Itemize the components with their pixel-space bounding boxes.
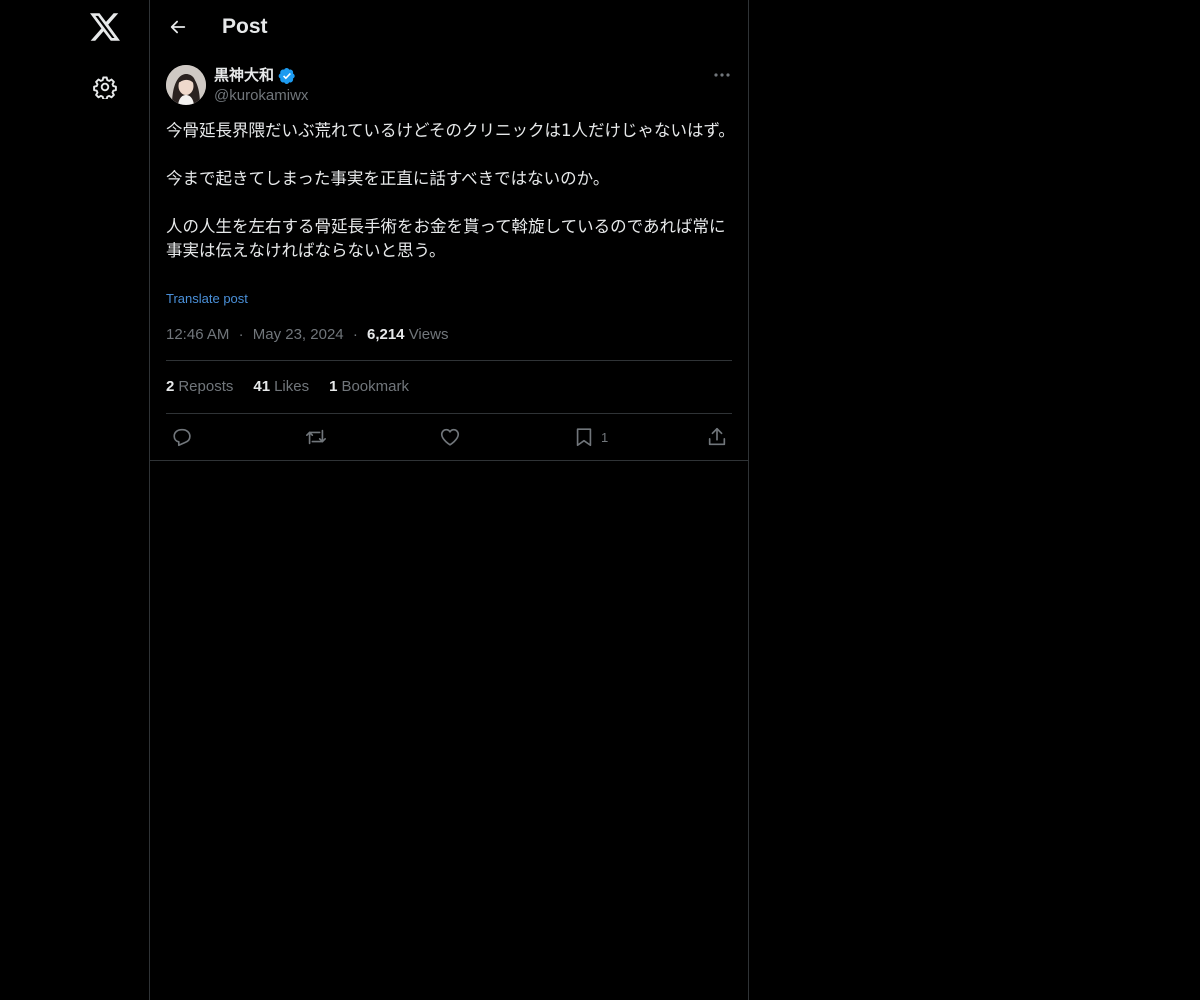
post-text: 今骨延長界隈だいぶ荒れているけどそのクリニックは1人だけじゃないはず。 今まで起… [166,119,736,263]
reply-icon [173,428,191,447]
likes-count: 41 [253,378,271,395]
post-stats: 2 Reposts 41 Likes 1 Bookmark [166,377,409,397]
post-detail-column: Post 黒神大和 @kurokamiwx 今骨延長界隈だいぶ荒れているけどその… [149,0,749,1000]
author-name-row: 黒神大和 [214,66,296,86]
post-time[interactable]: 12:46 AM [166,326,229,343]
meta-separator: · [238,326,244,343]
gear-icon[interactable] [91,73,119,101]
post-header: Post [150,0,748,54]
arrow-left-icon [170,20,186,34]
post-author: 黒神大和 @kurokamiwx [166,65,736,107]
share-button[interactable] [706,426,728,448]
author-name[interactable]: 黒神大和 [214,66,274,86]
share-icon [708,427,726,446]
reply-button[interactable] [171,426,193,448]
post-meta: 12:46 AM · May 23, 2024 · 6,214 Views [166,325,448,345]
like-button[interactable] [439,426,461,448]
likes-label: Likes [274,378,310,395]
reposts-stat[interactable]: 2 Reposts [166,377,233,397]
x-logo-icon[interactable] [89,11,121,43]
more-horizontal-icon [714,73,730,77]
bookmark-button[interactable]: 1 [573,426,608,448]
back-button[interactable] [164,13,192,41]
bookmark-icon [576,428,592,447]
heart-icon [440,428,460,446]
bookmarks-count: 1 [329,378,338,395]
verified-badge-icon [278,67,295,85]
bookmark-count: 1 [601,429,609,445]
views-label: Views [408,326,449,343]
repost-icon [306,429,326,445]
post-date[interactable]: May 23, 2024 [253,326,344,343]
author-handle[interactable]: @kurokamiwx [214,86,308,106]
reposts-label: Reposts [178,378,234,395]
repost-button[interactable] [304,426,328,448]
more-options-button[interactable] [712,65,732,85]
views-count: 6,214 [366,326,405,343]
post-paragraph: 今まで起きてしまった事実を正直に話すべきではないのか。 [166,169,610,188]
page-title: Post [222,15,268,38]
meta-separator: · [352,326,358,343]
reposts-count: 2 [166,378,175,395]
translate-post-link[interactable]: Translate post [166,290,248,308]
left-nav [0,0,150,1000]
post-paragraph: 今骨延長界隈だいぶ荒れているけどそのクリニックは1人だけじゃないはず。 [166,121,735,140]
post-actions: 1 [150,414,748,461]
divider [166,360,732,361]
post-paragraph: 人の人生を左右する骨延長手術をお金を貰って斡旋しているのであれば常に事実は伝えな… [166,217,726,260]
bookmarks-label: Bookmark [341,378,409,395]
bookmarks-stat[interactable]: 1 Bookmark [329,377,409,397]
likes-stat[interactable]: 41 Likes [253,377,309,397]
avatar[interactable] [166,65,206,105]
